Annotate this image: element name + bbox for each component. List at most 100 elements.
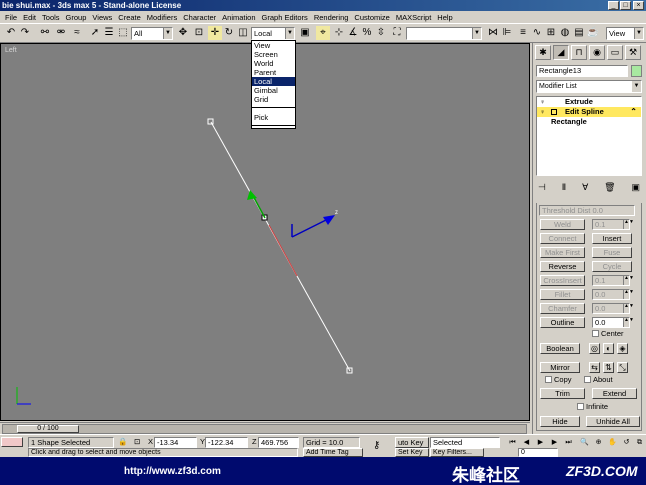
select-link-icon[interactable]: ⚯ (38, 26, 52, 40)
about-pivot-checkbox[interactable]: About (584, 375, 613, 384)
dropdown-item-view[interactable]: View (252, 41, 295, 50)
union-icon[interactable]: ◎ (589, 343, 600, 354)
lock-icon[interactable]: 🔒 (116, 437, 126, 448)
cross-insert-field[interactable]: 0.1 ▲▼ (592, 275, 634, 286)
layer-manager-icon[interactable]: ≡ (516, 26, 530, 40)
menu-edit[interactable]: Edit (20, 13, 39, 22)
chamfer-field[interactable]: 0.0 ▲▼ (592, 303, 634, 314)
outline-field[interactable]: 0.0 ▲▼ (592, 317, 634, 328)
set-key-button[interactable]: Set Key (395, 448, 429, 457)
mirror-vertical-icon[interactable]: ⇅ (603, 362, 614, 373)
utilities-tab-icon[interactable]: ⚒ (625, 45, 641, 60)
menu-group[interactable]: Group (63, 13, 90, 22)
connect-button[interactable]: Connect (540, 233, 585, 244)
selected-keys-combo[interactable]: Selected (430, 437, 500, 448)
dropdown-item-world[interactable]: World (252, 59, 295, 68)
motion-tab-icon[interactable]: ◉ (589, 45, 605, 60)
zoom-icon[interactable]: 🔍 (578, 438, 591, 449)
arc-rotate-icon[interactable]: ↺ (620, 438, 633, 449)
hide-button[interactable]: Hide (540, 416, 580, 427)
object-color-swatch[interactable] (631, 65, 642, 77)
x-coord-field[interactable]: -13.34 (154, 437, 197, 448)
trim-button[interactable]: Trim (540, 388, 585, 399)
stack-item-rectangle[interactable]: Rectangle (537, 117, 641, 127)
move-icon[interactable]: ✛ (208, 26, 222, 40)
weld-button[interactable]: Weld (540, 219, 585, 230)
mirror-both-icon[interactable]: ⤡ (617, 362, 628, 373)
align-icon[interactable]: ⊫ (500, 26, 514, 40)
ref-coord-combo[interactable]: Local ▼ (251, 27, 295, 40)
hierarchy-tab-icon[interactable]: ⊓ (571, 45, 587, 60)
menu-character[interactable]: Character (180, 13, 219, 22)
unhide-all-button[interactable]: Unhide All (586, 416, 640, 427)
object-name-field[interactable]: Rectangle13 (536, 65, 628, 77)
make-first-button[interactable]: Make First (540, 247, 585, 258)
dropdown-item-screen[interactable]: Screen (252, 50, 295, 59)
maximize-button[interactable]: □ (620, 1, 631, 10)
minimize-button[interactable]: _ (608, 1, 619, 10)
go-to-end-icon[interactable]: ⏭ (562, 438, 575, 449)
modify-tab-icon[interactable]: ◢ (553, 45, 569, 60)
stack-item-edit-spline[interactable]: ♀ Edit Spline ⌃ (537, 107, 641, 117)
view-combo[interactable]: View ▼ (606, 27, 644, 40)
reverse-button[interactable]: Reverse (540, 261, 585, 272)
named-selection-combo[interactable]: ▼ (406, 27, 482, 40)
menu-views[interactable]: Views (89, 13, 115, 22)
close-button[interactable]: × (633, 1, 644, 10)
undo-icon[interactable]: ↶ (4, 26, 18, 40)
center-checkbox[interactable]: Center (592, 329, 624, 338)
modifier-list-combo[interactable]: Modifier List ▼ (536, 80, 642, 93)
bind-space-warp-icon[interactable]: ≈ (70, 26, 84, 40)
dropdown-item-pick[interactable]: Pick (252, 113, 295, 122)
quick-render-icon[interactable]: ☕ (586, 26, 600, 40)
scale-icon[interactable]: ◫ (236, 26, 250, 40)
cross-insert-button[interactable]: CrossInsert (540, 275, 585, 286)
time-slider-track[interactable]: 0 / 100 (2, 424, 527, 434)
make-unique-icon[interactable]: ∀ (582, 180, 588, 194)
insert-button[interactable]: Insert (592, 233, 632, 244)
select-and-move-icon[interactable]: ✥ (176, 26, 190, 40)
mirror-icon[interactable]: ⋈ (486, 26, 500, 40)
menu-tools[interactable]: Tools (39, 13, 63, 22)
dropdown-item-grid[interactable]: Grid (252, 95, 295, 104)
create-tab-icon[interactable]: ✱ (535, 45, 551, 60)
menu-file[interactable]: File (2, 13, 20, 22)
rotate-icon[interactable]: ↻ (222, 26, 236, 40)
display-tab-icon[interactable]: ▭ (607, 45, 623, 60)
remove-modifier-icon[interactable]: 🗑 (604, 180, 615, 194)
menu-graph-editors[interactable]: Graph Editors (259, 13, 311, 22)
menu-maxscript[interactable]: MAXScript (393, 13, 434, 22)
window-crossing-icon[interactable]: ⊡ (192, 26, 206, 40)
fuse-button[interactable]: Fuse (592, 247, 632, 258)
time-slider-thumb[interactable]: 0 / 100 (17, 425, 79, 433)
fillet-button[interactable]: Fillet (540, 289, 585, 300)
angle-snap-icon[interactable]: ∡ (346, 26, 360, 40)
key-icon[interactable]: ⚷ (371, 441, 391, 452)
pan-icon[interactable]: ✋ (606, 438, 619, 449)
select-object-icon[interactable]: ➚ (88, 26, 102, 40)
weld-threshold-field[interactable]: 0.1 ▲▼ (592, 219, 634, 230)
maximize-viewport-icon[interactable]: ⧉ (633, 438, 646, 449)
zoom-all-icon[interactable]: ⊕ (592, 438, 605, 449)
y-coord-field[interactable]: -122.34 (205, 437, 248, 448)
configure-sets-icon[interactable]: ▣ (631, 180, 640, 194)
fillet-field[interactable]: 0.0 ▲▼ (592, 289, 634, 300)
selection-filter-combo[interactable]: All ▼ (131, 27, 173, 40)
copy-checkbox[interactable]: Copy (545, 375, 572, 384)
absolute-mode-icon[interactable]: ⊡ (132, 437, 146, 448)
expand-icon[interactable] (551, 109, 557, 115)
redo-icon[interactable]: ↷ (18, 26, 32, 40)
show-end-result-icon[interactable]: Ⅱ (562, 180, 566, 194)
outline-button[interactable]: Outline (540, 317, 585, 328)
region-select-icon[interactable]: ⬚ (116, 26, 130, 40)
infinite-bounds-checkbox[interactable]: Infinite (577, 402, 608, 411)
mirror-button[interactable]: Mirror (540, 362, 580, 373)
snap-icon[interactable]: ⊹ (332, 26, 346, 40)
subtraction-icon[interactable]: ◐ (603, 343, 614, 354)
add-time-tag-button[interactable]: Add Time Tag (303, 448, 363, 457)
extend-button[interactable]: Extend (592, 388, 637, 399)
cycle-button[interactable]: Cycle (592, 261, 632, 272)
schematic-view-icon[interactable]: ⊞ (544, 26, 558, 40)
select-by-name-icon[interactable]: ☰ (102, 26, 116, 40)
maxscript-listener-icon[interactable] (1, 437, 23, 447)
